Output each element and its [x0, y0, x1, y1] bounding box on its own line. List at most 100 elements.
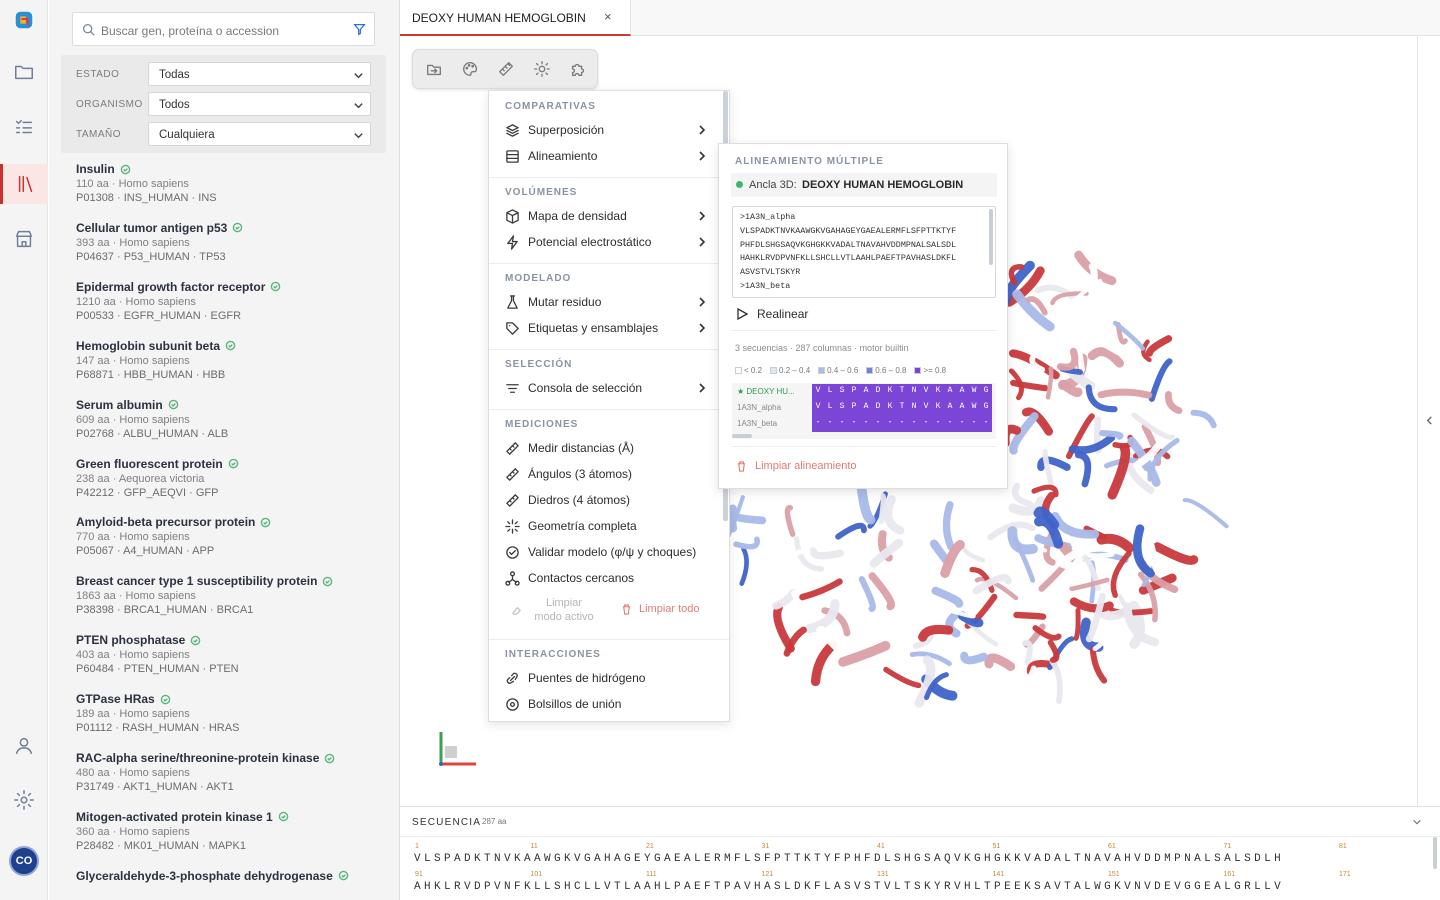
icon-rail: CO — [0, 0, 48, 900]
protein-list-item[interactable]: Hemoglobin subunit beta 147 aa · Homo sa… — [76, 339, 396, 398]
flask-icon — [507, 294, 518, 309]
menu-item-label: Diedros (4 átomos) — [528, 493, 631, 507]
ribbon-segment — [1164, 390, 1183, 415]
protein-list-item[interactable]: GTPase HRas 189 aa · Homo sapiens P01112… — [76, 692, 396, 751]
verified-icon — [228, 458, 239, 469]
avatar[interactable]: CO — [9, 846, 39, 876]
filter-icon[interactable] — [353, 23, 366, 36]
ribbon-segment — [1073, 607, 1081, 641]
verified-icon — [120, 164, 130, 174]
menu-item[interactable]: Mapa de densidad — [505, 205, 708, 227]
legend-label: >= 0.8 — [923, 365, 947, 375]
ribbon-segment — [1050, 512, 1100, 539]
chevron-left-icon[interactable] — [1425, 416, 1434, 425]
protein-list-item[interactable]: PTEN phosphatase 403 aa · Homo sapiens P… — [76, 633, 396, 692]
protein-list-item[interactable]: Breast cancer type 1 susceptibility prot… — [76, 574, 396, 633]
chevron-down-icon[interactable] — [1412, 817, 1422, 827]
ruler-icon[interactable] — [497, 60, 517, 80]
msa-cell: A — [956, 384, 968, 400]
sequence-position-label: 111 — [646, 871, 657, 878]
realign-button[interactable]: Realinear — [736, 306, 808, 322]
protein-list-item[interactable]: Amyloid-beta precursor protein 770 aa · … — [76, 515, 396, 574]
store-icon[interactable] — [0, 219, 48, 259]
menu-item[interactable]: Puentes de hidrógeno — [505, 667, 708, 689]
search-box[interactable]: Buscar gen, proteína o accession — [72, 12, 375, 46]
protein-meta: 403 aa · Homo sapiens — [76, 649, 190, 662]
estado-select[interactable]: Todas — [148, 62, 371, 86]
menu-item[interactable]: Diedros (4 átomos) — [505, 489, 708, 511]
ribbon-segment — [771, 588, 798, 610]
checklist-icon[interactable] — [0, 107, 48, 147]
menu-item[interactable]: Consola de selección — [505, 377, 708, 399]
menu-item[interactable]: Potencial electrostático — [505, 231, 708, 253]
menu-item[interactable]: Superposición — [505, 119, 708, 141]
filter-label: ORGANISMO — [76, 99, 143, 110]
menu-item[interactable]: Validar modelo (φ/ψ y choques) — [505, 541, 708, 563]
structure-viewer[interactable]: COMPARATIVAS Superposición Alineamiento … — [400, 36, 1417, 806]
fasta-textarea[interactable]: >1A3N_alpha VLSPADKTNVKAAWGKVGAHAGEYGAEAL… — [732, 206, 996, 298]
ribbon-segment — [721, 507, 767, 525]
msa-cell: K — [932, 400, 944, 416]
search-input[interactable]: Buscar gen, proteína o accession — [101, 24, 279, 38]
msa-cell: - — [956, 416, 968, 432]
menu-item[interactable]: Ángulos (3 átomos) — [505, 463, 708, 485]
filter-tamano: TAMAÑO Cualquiera — [61, 122, 386, 146]
protein-list-item[interactable]: Glyceraldehyde-3-phosphate dehydrogenase — [76, 869, 396, 900]
cube-icon — [506, 208, 519, 224]
protein-name: Hemoglobin subunit beta — [76, 339, 396, 353]
fasta-scrollbar[interactable] — [989, 209, 993, 265]
gear-icon[interactable] — [0, 780, 48, 820]
menu-item-label: Consola de selección — [528, 381, 643, 395]
menu-divider — [489, 409, 729, 410]
menu-item[interactable]: Etiquetas y ensamblajes — [505, 317, 708, 339]
protein-list-item[interactable]: Green fluorescent protein 238 aa · Aequo… — [76, 457, 396, 516]
msa-cell: V — [920, 384, 932, 400]
protein-list-item[interactable]: Mitogen-activated protein kinase 1 360 a… — [76, 810, 396, 869]
sequence-row[interactable]: AHKLRVDPVNFKLLSHCLLVTLAAHLPAEFTPAVHASLDK… — [414, 881, 1284, 893]
clear-alignment-label: Limpiar alineamiento — [755, 460, 857, 472]
folder-icon[interactable] — [0, 52, 48, 92]
menu-item-label: Etiquetas y ensamblajes — [528, 321, 659, 335]
msa-cell: W — [968, 384, 980, 400]
ribbon-segment — [810, 640, 838, 687]
close-icon[interactable]: × — [604, 9, 612, 24]
protein-meta: 147 aa · Homo sapiens — [76, 354, 190, 367]
protein-list-item[interactable]: Serum albumin 609 aa · Homo sapiens P027… — [76, 398, 396, 457]
protein-meta: 360 aa · Homo sapiens — [76, 825, 190, 838]
filter-organismo: ORGANISMO Todos — [61, 92, 386, 116]
protein-accession: P01308 · INS_HUMAN · INS — [76, 192, 217, 204]
protein-list-item[interactable]: Cellular tumor antigen p53 393 aa · Homo… — [76, 221, 396, 280]
ribbon-segment — [799, 578, 843, 601]
menu-item[interactable]: Bolsillos de unión — [505, 693, 708, 715]
user-icon[interactable] — [0, 726, 48, 766]
organismo-select[interactable]: Todos — [148, 92, 371, 116]
fasta-line: PHFDLSHGSAQVKGHGKKVADALTNAVAHVDDMPNALSAL… — [740, 239, 957, 250]
ribbon-segment — [1065, 406, 1084, 438]
clear-all-button[interactable]: Limpiar todo — [621, 603, 700, 615]
protein-list-item[interactable]: Epidermal growth factor receptor 1210 aa… — [76, 280, 396, 339]
tamano-select[interactable]: Cualquiera — [148, 122, 371, 146]
menu-item[interactable]: Alineamiento — [505, 145, 708, 167]
menu-item[interactable]: Mutar residuo — [505, 291, 708, 313]
sequence-row[interactable]: VLSPADKTNVKAAWGKVGAHAGEYGAEALERMFLSFPTTK… — [414, 853, 1284, 865]
clear-mode-button[interactable]: Limpiar modo activo — [511, 595, 611, 625]
library-icon[interactable] — [0, 164, 48, 204]
import-icon[interactable] — [425, 60, 445, 80]
tab-structure[interactable]: DEOXY HUMAN HEMOGLOBIN × — [400, 0, 631, 36]
app-logo-icon[interactable] — [0, 0, 48, 40]
protein-list-item[interactable]: Insulin 110 aa · Homo sapiens P01308 · I… — [76, 162, 396, 221]
palette-icon[interactable] — [461, 60, 481, 80]
ribbon-segment — [1097, 388, 1153, 399]
msa-scrollbar[interactable] — [732, 434, 752, 438]
puzzle-icon[interactable] — [569, 60, 589, 80]
protein-accession: P00533 · EGFR_HUMAN · EGFR — [76, 309, 242, 322]
menu-item[interactable]: Medir distancias (Å) — [505, 437, 708, 459]
menu-item[interactable]: Geometría completa — [505, 515, 708, 537]
right-panel-toggle[interactable] — [1417, 36, 1440, 806]
menu-item[interactable]: Contactos cercanos — [505, 567, 708, 589]
menu-item[interactable]: Interfaz entre proteínas — [505, 719, 708, 721]
protein-list-item[interactable]: RAC-alpha serine/threonine-protein kinas… — [76, 751, 396, 810]
sun-icon[interactable] — [533, 60, 553, 80]
sequence-scrollbar[interactable] — [1433, 837, 1437, 869]
clear-alignment-button[interactable]: Limpiar alineamiento — [736, 460, 857, 472]
